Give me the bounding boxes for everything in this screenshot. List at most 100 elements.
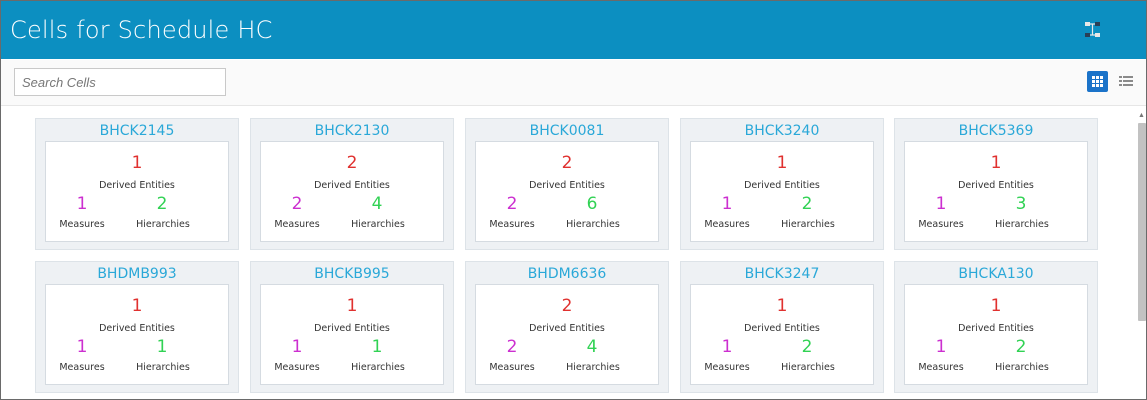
derived-entities-count[interactable]: 1 (261, 296, 443, 316)
measures-count[interactable]: 1 (932, 337, 950, 357)
hierarchies-count[interactable]: 6 (583, 194, 601, 214)
cell-name[interactable]: BHCK3247 (681, 266, 883, 282)
cell-card[interactable]: BHCK3240 1 Derived Entities 1 Measures 2 Hiera… (680, 118, 884, 250)
measures-count[interactable]: 2 (288, 194, 306, 214)
measures-label: Measures (274, 219, 320, 230)
cell-stats: 2 Derived Entities 2 Measures 4 Hierarchies (260, 141, 444, 242)
hierarchies-count[interactable]: 2 (153, 194, 171, 214)
cell-stats: 1 Derived Entities 1 Measures 1 Hierarchies (260, 284, 444, 385)
derived-entities-count[interactable]: 2 (476, 153, 658, 173)
cell-name[interactable]: BHCK2145 (36, 123, 238, 139)
derived-entities-count[interactable]: 2 (476, 296, 658, 316)
measures-count[interactable]: 1 (932, 194, 950, 214)
derived-entities-label: Derived Entities (529, 323, 605, 334)
hierarchies-label: Hierarchies (351, 219, 405, 230)
page-title: Cells for Schedule HC (10, 16, 273, 44)
derived-entities-count[interactable]: 1 (46, 296, 228, 316)
cell-name[interactable]: BHCKB995 (251, 266, 453, 282)
cell-card[interactable]: BHCK2145 1 Derived Entities 1 Measures 2 Hiera… (35, 118, 239, 250)
derived-entities-label: Derived Entities (529, 180, 605, 191)
grid-view-button[interactable] (1087, 71, 1108, 92)
cell-card[interactable]: BHCKB995 1 Derived Entities 1 Measures 1 Hiera… (250, 261, 454, 393)
cell-stats: 1 Derived Entities 1 Measures 1 Hierarchies (45, 284, 229, 385)
derived-entities-count[interactable]: 1 (905, 296, 1087, 316)
cell-card[interactable]: BHDMB993 1 Derived Entities 1 Measures 1 Hiera… (35, 261, 239, 393)
measures-label: Measures (59, 219, 105, 230)
measures-count[interactable]: 1 (73, 194, 91, 214)
page-header: Cells for Schedule HC (1, 1, 1146, 59)
measures-label: Measures (59, 362, 105, 373)
derived-entities-count[interactable]: 1 (691, 296, 873, 316)
cell-name[interactable]: BHDM6636 (466, 266, 668, 282)
measures-label: Measures (918, 362, 964, 373)
measures-label: Measures (489, 219, 535, 230)
hierarchies-label: Hierarchies (781, 362, 835, 373)
hierarchies-count[interactable]: 3 (1012, 194, 1030, 214)
scroll-up-icon[interactable]: ▲ (1138, 112, 1145, 119)
hierarchies-count[interactable]: 4 (583, 337, 601, 357)
hierarchies-label: Hierarchies (351, 362, 405, 373)
hierarchies-label: Hierarchies (781, 219, 835, 230)
derived-entities-label: Derived Entities (99, 323, 175, 334)
measures-count[interactable]: 1 (718, 194, 736, 214)
app-window: Cells for Schedule HC Search Cells BHCK2… (0, 0, 1147, 400)
network-icon[interactable] (1084, 21, 1102, 39)
derived-entities-count[interactable]: 2 (261, 153, 443, 173)
hierarchies-label: Hierarchies (566, 362, 620, 373)
cell-stats: 1 Derived Entities 1 Measures 3 Hierarchies (904, 141, 1088, 242)
measures-label: Measures (274, 362, 320, 373)
measures-label: Measures (704, 362, 750, 373)
cell-name[interactable]: BHCK3240 (681, 123, 883, 139)
grid-view-icon (1092, 76, 1103, 87)
hierarchies-label: Hierarchies (995, 362, 1049, 373)
cell-card[interactable]: BHCK2130 2 Derived Entities 2 Measures 4 Hiera… (250, 118, 454, 250)
hierarchies-count[interactable]: 2 (798, 337, 816, 357)
measures-count[interactable]: 1 (718, 337, 736, 357)
measures-label: Measures (489, 362, 535, 373)
derived-entities-label: Derived Entities (744, 180, 820, 191)
cell-name[interactable]: BHCKA130 (895, 266, 1097, 282)
cell-name[interactable]: BHDMB993 (36, 266, 238, 282)
list-view-icon[interactable] (1118, 74, 1134, 89)
cell-card[interactable]: BHDM6636 2 Derived Entities 2 Measures 4 Hiera… (465, 261, 669, 393)
search-input[interactable] (14, 68, 226, 96)
hierarchies-label: Hierarchies (136, 219, 190, 230)
measures-count[interactable]: 1 (288, 337, 306, 357)
measures-label: Measures (918, 219, 964, 230)
derived-entities-label: Derived Entities (958, 180, 1034, 191)
derived-entities-count[interactable]: 1 (691, 153, 873, 173)
measures-count[interactable]: 1 (73, 337, 91, 357)
cell-name[interactable]: BHCK0081 (466, 123, 668, 139)
measures-count[interactable]: 2 (503, 194, 521, 214)
cell-name[interactable]: BHCK2130 (251, 123, 453, 139)
scrollbar-thumb[interactable] (1138, 123, 1146, 321)
derived-entities-label: Derived Entities (99, 180, 175, 191)
cell-name[interactable]: BHCK5369 (895, 123, 1097, 139)
derived-entities-label: Derived Entities (958, 323, 1034, 334)
cell-card[interactable]: BHCK0081 2 Derived Entities 2 Measures 6 Hiera… (465, 118, 669, 250)
cell-stats: 2 Derived Entities 2 Measures 6 Hierarchies (475, 141, 659, 242)
cell-stats: 1 Derived Entities 1 Measures 2 Hierarchies (690, 284, 874, 385)
derived-entities-label: Derived Entities (314, 180, 390, 191)
derived-entities-label: Derived Entities (744, 323, 820, 334)
derived-entities-count[interactable]: 1 (905, 153, 1087, 173)
hierarchies-label: Hierarchies (995, 219, 1049, 230)
hierarchies-count[interactable]: 4 (368, 194, 386, 214)
cell-card[interactable]: BHCKA130 1 Derived Entities 1 Measures 2 Hiera… (894, 261, 1098, 393)
cell-card[interactable]: BHCK3247 1 Derived Entities 1 Measures 2 Hiera… (680, 261, 884, 393)
hierarchies-label: Hierarchies (136, 362, 190, 373)
toolbar (1, 60, 1146, 106)
cell-stats: 1 Derived Entities 1 Measures 2 Hierarchies (690, 141, 874, 242)
hierarchies-count[interactable]: 2 (1012, 337, 1030, 357)
cell-stats: 1 Derived Entities 1 Measures 2 Hierarchies (904, 284, 1088, 385)
cell-stats: 1 Derived Entities 1 Measures 2 Hierarchies (45, 141, 229, 242)
cell-card[interactable]: BHCK5369 1 Derived Entities 1 Measures 3 Hiera… (894, 118, 1098, 250)
cells-grid: BHCK2145 1 Derived Entities 1 Measures 2 Hiera… (1, 106, 1133, 399)
cell-stats: 2 Derived Entities 2 Measures 4 Hierarchies (475, 284, 659, 385)
derived-entities-label: Derived Entities (314, 323, 390, 334)
measures-count[interactable]: 2 (503, 337, 521, 357)
hierarchies-count[interactable]: 1 (368, 337, 386, 357)
derived-entities-count[interactable]: 1 (46, 153, 228, 173)
hierarchies-count[interactable]: 1 (153, 337, 171, 357)
hierarchies-count[interactable]: 2 (798, 194, 816, 214)
